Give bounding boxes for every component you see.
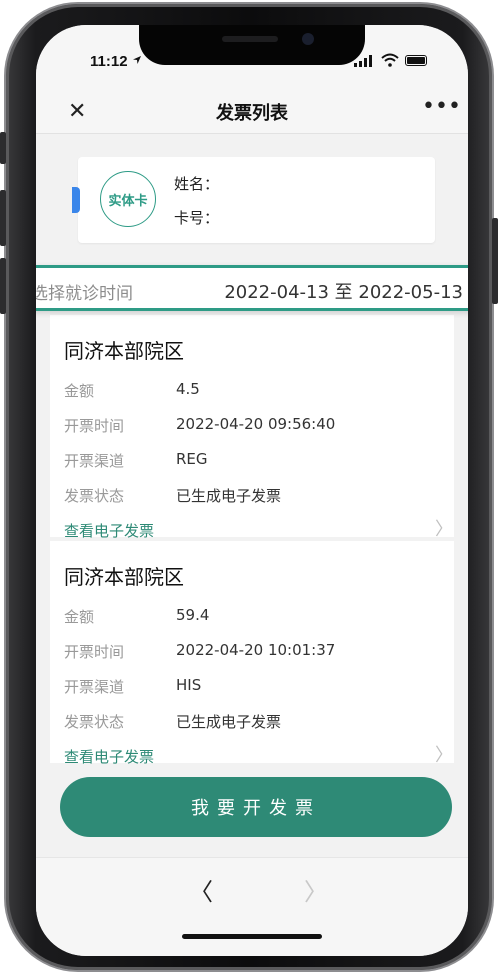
page-title: 发票列表	[216, 103, 288, 124]
channel-label: 开票渠道	[64, 452, 125, 470]
date-range[interactable]: 2022-04-13 至 2022-05-13	[224, 278, 463, 304]
volume-down-button	[0, 258, 6, 314]
amount-value: 4.5	[176, 380, 200, 398]
channel-label: 开票渠道	[64, 678, 125, 696]
status-label: 发票状态	[64, 487, 125, 505]
name-label: 姓名：	[174, 175, 220, 193]
chevron-left-icon[interactable]: 〈	[189, 872, 213, 907]
list-item: 同济本部院区 金额 59.4 开票时间 2022-04-20 10:01:37 …	[50, 541, 454, 766]
status-label: 发票状态	[64, 713, 125, 731]
card-number-label: 卡号：	[174, 209, 220, 227]
channel-value: REG	[176, 450, 208, 468]
notch	[139, 25, 365, 65]
amount-label: 金额	[64, 382, 95, 400]
wifi-icon	[381, 53, 399, 67]
physical-card-badge: 实体卡	[100, 171, 156, 227]
issue-invoice-button[interactable]: 我要开发票	[60, 777, 452, 837]
chevron-right-icon: 〉	[304, 878, 328, 906]
chevron-right-icon[interactable]: 〉	[435, 515, 453, 541]
view-e-invoice-link[interactable]: 查看电子发票	[64, 520, 154, 541]
status-value: 已生成电子发票	[176, 713, 282, 731]
invoice-list: 同济本部院区 金额 4.5 开票时间 2022-04-20 09:56:40 开…	[50, 315, 454, 767]
power-button	[492, 218, 498, 304]
issue-time-value: 2022-04-20 10:01:37	[176, 641, 336, 659]
issue-time-label: 开票时间	[64, 643, 125, 661]
list-item: 同济本部院区 金额 4.5 开票时间 2022-04-20 09:56:40 开…	[50, 315, 454, 540]
navigation-bar: ✕ 发票列表 •••	[36, 69, 468, 134]
chevron-right-icon[interactable]: 〉	[435, 741, 453, 767]
issue-time-value: 2022-04-20 09:56:40	[176, 415, 336, 433]
status-time: 11:12	[90, 53, 128, 70]
location-arrow-icon	[133, 56, 141, 64]
amount-label: 金额	[64, 608, 95, 626]
battery-icon	[405, 55, 427, 66]
visit-date-filter[interactable]: 选择就诊时间 2022-04-13 至 2022-05-13	[36, 265, 468, 311]
phone-frame: 11:12 ✕ 发票列表 ••• 实体卡 姓名： 卡号： 选择就诊时间 2022…	[0, 4, 498, 970]
card-indicator[interactable]	[72, 187, 80, 213]
status-value: 已生成电子发票	[176, 487, 282, 505]
mute-switch	[0, 132, 6, 164]
issue-time-label: 开票时间	[64, 417, 125, 435]
patient-card: 实体卡 姓名： 卡号：	[72, 157, 435, 243]
home-indicator[interactable]	[182, 934, 322, 939]
channel-value: HIS	[176, 676, 202, 694]
hospital-name: 同济本部院区	[64, 339, 184, 363]
view-e-invoice-link[interactable]: 查看电子发票	[64, 746, 154, 767]
screen: 11:12 ✕ 发票列表 ••• 实体卡 姓名： 卡号： 选择就诊时间 2022…	[36, 25, 468, 956]
filter-label: 选择就诊时间	[36, 284, 133, 304]
amount-value: 59.4	[176, 606, 210, 624]
browser-toolbar: 〈 〉	[36, 857, 468, 956]
speaker-grille	[222, 36, 278, 42]
hospital-name: 同济本部院区	[64, 565, 184, 589]
more-icon[interactable]: •••	[422, 94, 461, 119]
front-camera	[302, 33, 314, 45]
volume-up-button	[0, 190, 6, 246]
